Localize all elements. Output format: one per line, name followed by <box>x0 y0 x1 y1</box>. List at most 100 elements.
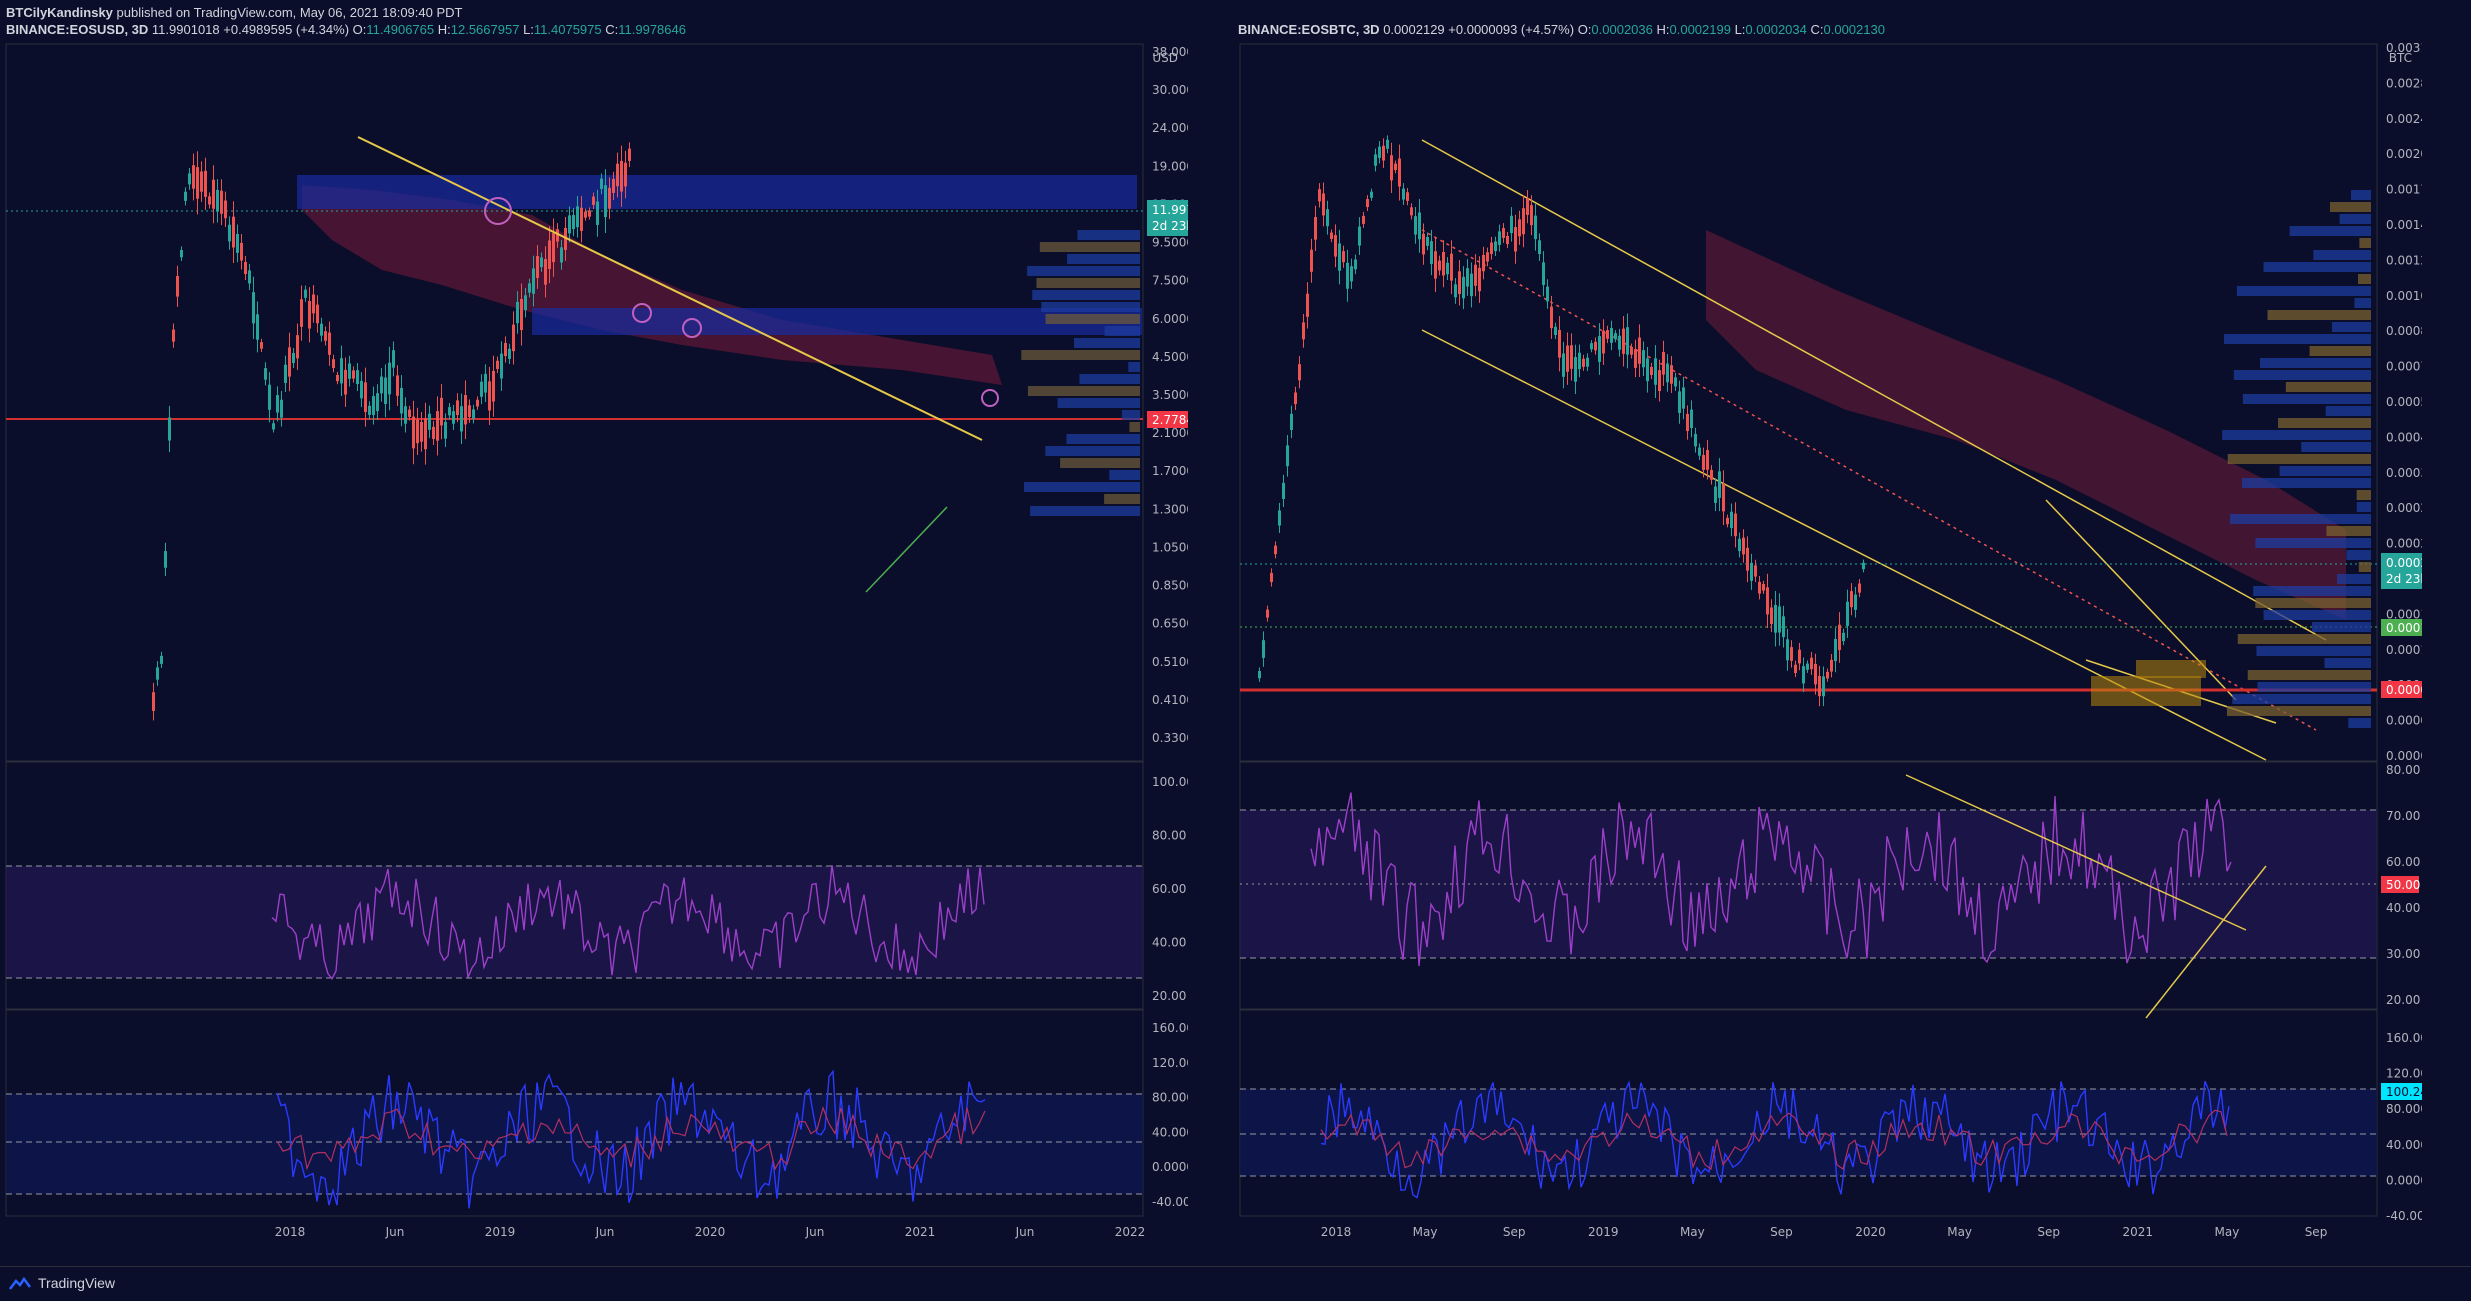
candle-body <box>1790 647 1793 661</box>
candle-body <box>548 240 551 269</box>
candle-body <box>1466 268 1469 287</box>
volume-profile-bar <box>2354 298 2371 308</box>
candle-body <box>1554 326 1557 335</box>
candle-body <box>1454 284 1457 298</box>
candle-body <box>1846 601 1849 626</box>
candle-body <box>252 292 255 324</box>
candle-body <box>1634 349 1637 368</box>
candle-body <box>1786 639 1789 661</box>
candle-body <box>1698 447 1701 456</box>
time-axis-label: 2021 <box>2123 1225 2154 1239</box>
candle-body <box>188 173 191 185</box>
candle-body <box>368 405 371 415</box>
candle-body <box>1458 271 1461 295</box>
candle-body <box>1390 155 1393 181</box>
volume-profile-bar <box>2257 682 2371 692</box>
candle-body <box>1506 235 1509 245</box>
candle-body <box>1690 409 1693 429</box>
volume-profile-bar <box>1032 290 1140 300</box>
rsi-axis-label: 30.00 <box>2386 947 2420 961</box>
left-chart-svg[interactable]: USD 38.000000030.000000024.000000019.000… <box>2 40 1188 1260</box>
price-axis-label: 6.0000000 <box>1152 312 1188 326</box>
candle-body <box>1834 638 1837 662</box>
price-axis-label: 2.1000000 <box>1152 426 1188 440</box>
right-red-tag-text: 0.0000770 <box>2386 683 2422 697</box>
right-rsi-tag-text: 50.00 <box>2386 878 2420 892</box>
candle-body <box>1558 329 1561 358</box>
right-chart-svg[interactable]: BTC 0.00310000.00280000.00240000.0020000… <box>1236 40 2422 1260</box>
left-symbol[interactable]: BINANCE:EOSUSD, 3D <box>6 22 148 37</box>
candle-body <box>408 409 411 417</box>
volume-profile-bar <box>1104 494 1140 504</box>
candle-body <box>380 376 383 394</box>
price-axis-label: 0.0014000 <box>2386 218 2422 232</box>
candle-body <box>1378 146 1381 158</box>
author-name[interactable]: BTCilyKandinsky <box>6 5 113 20</box>
publish-info: BTCilyKandinsky published on TradingView… <box>6 5 462 20</box>
candle-body <box>448 407 451 416</box>
right-symbol-line: BINANCE:EOSBTC, 3D 0.0002129 +0.0000093 … <box>1238 22 1885 37</box>
price-axis-label: 19.0000000 <box>1152 159 1188 173</box>
candle-body <box>1738 538 1741 552</box>
volume-profile-bar <box>2311 622 2371 632</box>
volume-profile-bar <box>2324 658 2371 668</box>
candle-body <box>1754 565 1757 577</box>
candle-body <box>1386 139 1389 149</box>
volume-profile-bar <box>1067 254 1140 264</box>
time-axis-label: 2018 <box>275 1225 306 1239</box>
candle-body <box>508 348 511 359</box>
candle-body <box>1470 273 1473 297</box>
tradingview-logo[interactable]: TradingView <box>8 1275 115 1291</box>
candle-body <box>1766 587 1769 615</box>
volume-profile-bar <box>1021 350 1140 360</box>
cci-axis-label: 0.0000000 <box>2386 1173 2422 1187</box>
rsi-axis-label: 60.00 <box>1152 882 1186 896</box>
time-axis-label: Jun <box>1015 1225 1035 1239</box>
volume-profile-bar <box>1077 230 1140 240</box>
candle-body <box>492 370 495 402</box>
candle-body <box>572 215 575 230</box>
candle-body <box>1486 252 1489 262</box>
right-last: 0.0002129 <box>1383 22 1445 37</box>
price-axis-label: 3.5000000 <box>1152 388 1188 402</box>
candle-body <box>1274 545 1277 555</box>
candle-body <box>1742 537 1745 555</box>
price-axis-label: 0.0017000 <box>2386 183 2422 197</box>
candle-body <box>1686 413 1689 432</box>
price-axis-label: 0.0001000 <box>2386 643 2422 657</box>
candle-body <box>1522 208 1525 235</box>
right-symbol[interactable]: BINANCE:EOSBTC, 3D <box>1238 22 1380 37</box>
candle-body <box>260 342 263 349</box>
time-axis-label: May <box>2215 1225 2240 1239</box>
candle-body <box>1574 357 1577 382</box>
candle-body <box>296 335 299 359</box>
candle-body <box>1562 353 1565 377</box>
candle-body <box>1626 327 1629 355</box>
time-axis-label: 2022 <box>1115 1225 1146 1239</box>
price-axis-label: 0.4100000 <box>1152 693 1188 707</box>
time-axis-label: Sep <box>1770 1225 1793 1239</box>
volume-profile-bar <box>2358 562 2371 572</box>
rsi-axis-label: 40.00 <box>1152 936 1186 950</box>
candle-body <box>1566 345 1569 372</box>
price-axis-label: 30.0000000 <box>1152 83 1188 97</box>
candle-body <box>1762 584 1765 591</box>
candle-body <box>1290 413 1293 431</box>
candle-body <box>496 360 499 369</box>
right-price-axis[interactable]: 0.0031000 0.0028000 0.0024000 0.0020000 0.00… <box>2386 41 2422 763</box>
right-l: 0.0002034 <box>1745 22 1807 37</box>
candle-body <box>1394 163 1397 171</box>
candle-body <box>1502 228 1505 238</box>
price-axis-label: 0.6500000 <box>1152 617 1188 631</box>
candle-body <box>212 179 215 209</box>
left-chart-panel[interactable]: USD 38.000000030.000000024.000000019.000… <box>2 40 1188 1260</box>
candle-body <box>1550 306 1553 329</box>
right-chart-panel[interactable]: BTC 0.00310000.00280000.00240000.0020000… <box>1236 40 2422 1260</box>
left-cci-band <box>6 1094 1143 1194</box>
candle-body <box>236 233 239 253</box>
candle-body <box>1778 606 1781 633</box>
candle-body <box>224 200 227 219</box>
candle-body <box>596 201 599 225</box>
left-rsi-band <box>6 866 1143 978</box>
candle-body <box>1726 517 1729 525</box>
